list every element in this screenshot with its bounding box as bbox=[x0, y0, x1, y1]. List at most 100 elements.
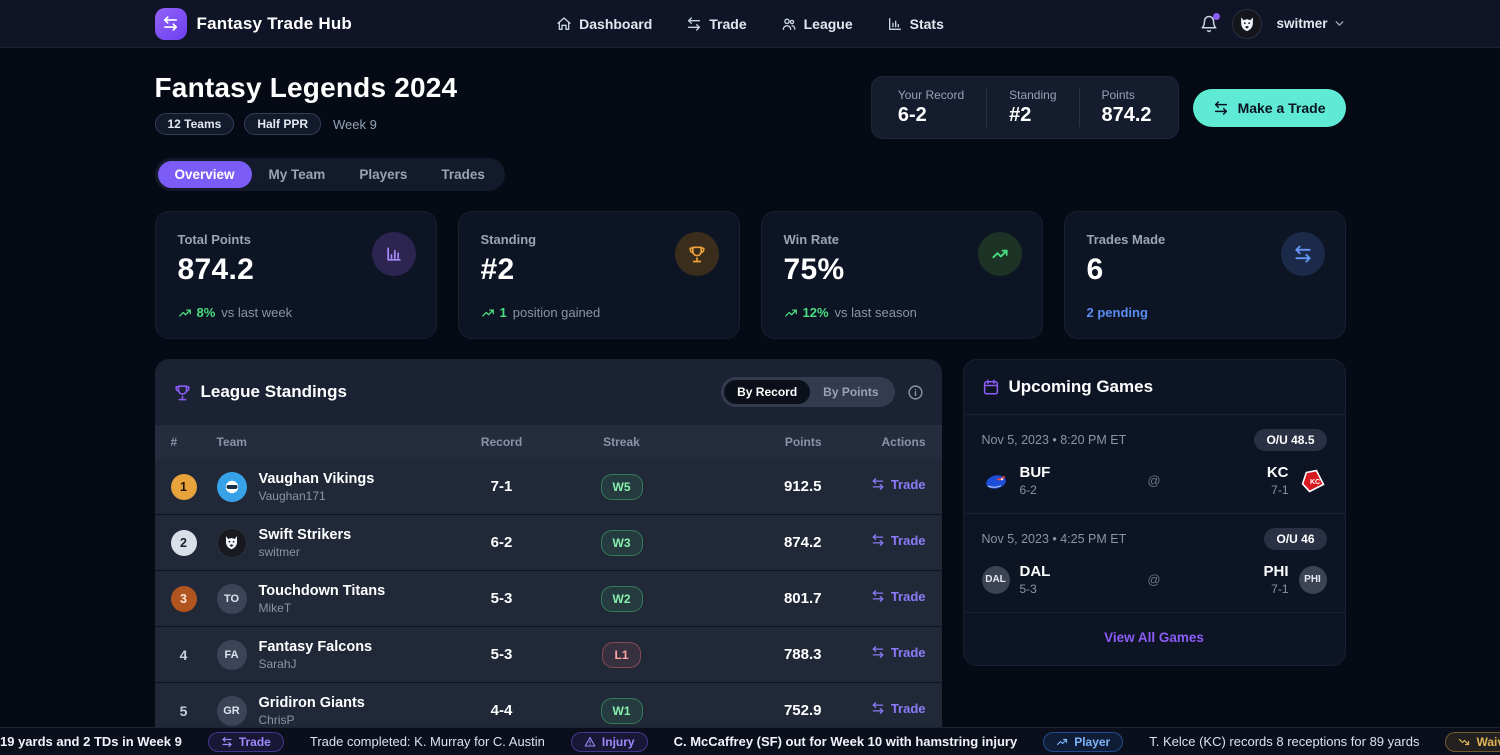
chiefs-logo-icon: KC bbox=[1299, 467, 1327, 495]
game-dal-phi[interactable]: Nov 5, 2023 • 4:25 PM ET O/U 46 DAL DAL … bbox=[964, 513, 1345, 612]
nav-item-stats[interactable]: Stats bbox=[887, 16, 944, 32]
toggle-by-record[interactable]: By Record bbox=[724, 380, 810, 404]
ticker-item: 19 yards and 2 TDs in Week 9 bbox=[0, 734, 182, 749]
game-buf-kc[interactable]: Nov 5, 2023 • 8:20 PM ET O/U 48.5 BUF 6-… bbox=[964, 415, 1345, 513]
away-team-record: 6-2 bbox=[1020, 483, 1051, 497]
page-title: Fantasy Legends 2024 bbox=[155, 72, 458, 104]
nav-item-league[interactable]: League bbox=[781, 16, 853, 32]
trade-badge: Trade bbox=[208, 732, 284, 752]
make-a-trade-button[interactable]: Make a Trade bbox=[1193, 89, 1346, 127]
trophy-icon bbox=[173, 383, 192, 402]
app-logo-icon[interactable] bbox=[155, 8, 187, 40]
notifications-bell-icon[interactable] bbox=[1200, 15, 1218, 33]
streak-badge: L1 bbox=[602, 642, 640, 668]
swap-icon bbox=[1281, 232, 1325, 276]
pending-trades-note[interactable]: 2 pending bbox=[1087, 305, 1148, 320]
rank-badge: 3 bbox=[171, 586, 197, 612]
home-icon bbox=[556, 16, 572, 32]
record-value: 5-3 bbox=[491, 646, 513, 663]
upcoming-games-panel: Upcoming Games Nov 5, 2023 • 8:20 PM ET … bbox=[963, 359, 1346, 666]
team-avatar: GR bbox=[217, 696, 247, 726]
record-summary-card: Your Record 6-2 Standing #2 Points 874.2 bbox=[871, 76, 1179, 139]
toggle-by-points[interactable]: By Points bbox=[810, 380, 891, 404]
nav-item-trade[interactable]: Trade bbox=[686, 16, 746, 32]
league-meta: 12 Teams Half PPR Week 9 bbox=[155, 113, 458, 135]
page-header: Fantasy Legends 2024 12 Teams Half PPR W… bbox=[155, 48, 1346, 139]
chevron-down-icon bbox=[1333, 17, 1346, 30]
bar-chart-icon bbox=[372, 232, 416, 276]
team-owner: Vaughan171 bbox=[259, 489, 375, 503]
home-team-record: 7-1 bbox=[1267, 483, 1289, 497]
users-icon bbox=[781, 16, 797, 32]
info-icon[interactable] bbox=[907, 384, 924, 401]
trophy-icon bbox=[675, 232, 719, 276]
bar-chart-icon bbox=[887, 16, 903, 32]
eagles-logo: PHI bbox=[1299, 566, 1327, 594]
summary-standing: Standing #2 bbox=[986, 88, 1078, 127]
home-team-abbr: KC bbox=[1267, 464, 1289, 481]
cowboys-logo: DAL bbox=[982, 566, 1010, 594]
view-tabs: Overview My Team Players Trades bbox=[155, 158, 505, 191]
trending-up-icon: 1 bbox=[481, 305, 507, 320]
team-avatar: FA bbox=[217, 640, 247, 670]
streak-badge: W5 bbox=[601, 474, 643, 500]
username-label: switmer bbox=[1276, 16, 1327, 31]
games-title-row: Upcoming Games bbox=[982, 377, 1327, 397]
user-avatar[interactable] bbox=[1232, 9, 1262, 39]
rank-badge: 2 bbox=[171, 530, 197, 556]
away-team-abbr: DAL bbox=[1020, 563, 1051, 580]
bills-logo-icon bbox=[982, 467, 1010, 495]
rank-badge: 5 bbox=[171, 698, 197, 724]
nav-item-label: Dashboard bbox=[579, 16, 652, 32]
team-owner: ChrisP bbox=[259, 713, 365, 727]
home-team-abbr: PHI bbox=[1263, 563, 1288, 580]
away-team-record: 5-3 bbox=[1020, 582, 1051, 596]
standings-row-touchdown-titans[interactable]: 3 TO Touchdown Titans MikeT 5-3 W2 801.7… bbox=[155, 571, 942, 627]
scoring-badge: Half PPR bbox=[244, 113, 321, 135]
team-avatar bbox=[217, 472, 247, 502]
streak-badge: W1 bbox=[601, 698, 643, 724]
tab-my-team[interactable]: My Team bbox=[252, 161, 343, 188]
team-avatar: TO bbox=[217, 584, 247, 614]
rank-badge: 4 bbox=[171, 642, 197, 668]
main-nav: Dashboard Trade League Stats bbox=[556, 16, 944, 32]
record-value: 6-2 bbox=[491, 534, 513, 551]
trade-action-link[interactable]: Trade bbox=[871, 477, 926, 492]
points-value: 912.5 bbox=[784, 478, 822, 495]
brand: Fantasy Trade Hub bbox=[155, 8, 557, 40]
ticker-item: Trade completed: K. Murray for C. Austin bbox=[310, 734, 545, 749]
nav-item-dashboard[interactable]: Dashboard bbox=[556, 16, 652, 32]
tab-players[interactable]: Players bbox=[342, 161, 424, 188]
standings-row-vaughan-vikings[interactable]: 1 Vaughan Vikings Vaughan171 7-1 W5 912.… bbox=[155, 459, 942, 515]
league-standings-panel: League Standings By Record By Points # T… bbox=[155, 359, 942, 739]
nav-item-label: Trade bbox=[709, 16, 746, 32]
ticker-item: C. McCaffrey (SF) out for Week 10 with h… bbox=[674, 734, 1018, 749]
game-datetime: Nov 5, 2023 • 4:25 PM ET bbox=[982, 532, 1127, 546]
week-label: Week 9 bbox=[333, 117, 377, 132]
user-menu[interactable]: switmer bbox=[1276, 16, 1345, 31]
standings-row-swift-strikers[interactable]: 2 Swift Strikers switmer 6-2 W3 874.2 Tr… bbox=[155, 515, 942, 571]
standings-table-header: # Team Record Streak Points Actions bbox=[155, 425, 942, 459]
summary-points: Points 874.2 bbox=[1079, 88, 1174, 127]
view-all-games-link[interactable]: View All Games bbox=[1104, 630, 1204, 645]
trending-up-icon: 12% bbox=[784, 305, 829, 320]
rank-badge: 1 bbox=[171, 474, 197, 500]
trade-action-link[interactable]: Trade bbox=[871, 533, 926, 548]
tab-trades[interactable]: Trades bbox=[424, 161, 502, 188]
record-value: 7-1 bbox=[491, 478, 513, 495]
news-ticker[interactable]: 19 yards and 2 TDs in Week 9 Trade Trade… bbox=[0, 727, 1500, 755]
team-name: Fantasy Falcons bbox=[259, 639, 373, 655]
standings-row-fantasy-falcons[interactable]: 4 FA Fantasy Falcons SarahJ 5-3 L1 788.3… bbox=[155, 627, 942, 683]
calendar-icon bbox=[982, 378, 1000, 396]
team-name: Swift Strikers bbox=[259, 527, 352, 543]
tab-overview[interactable]: Overview bbox=[158, 161, 252, 188]
waiver-badge: Waiver bbox=[1445, 732, 1500, 752]
trade-action-link[interactable]: Trade bbox=[871, 701, 926, 716]
ticker-item: T. Kelce (KC) records 8 receptions for 8… bbox=[1149, 734, 1419, 749]
away-team-abbr: BUF bbox=[1020, 464, 1051, 481]
record-value: 5-3 bbox=[491, 590, 513, 607]
trade-action-link[interactable]: Trade bbox=[871, 589, 926, 604]
trade-action-link[interactable]: Trade bbox=[871, 645, 926, 660]
teams-badge: 12 Teams bbox=[155, 113, 235, 135]
points-value: 874.2 bbox=[784, 534, 822, 551]
